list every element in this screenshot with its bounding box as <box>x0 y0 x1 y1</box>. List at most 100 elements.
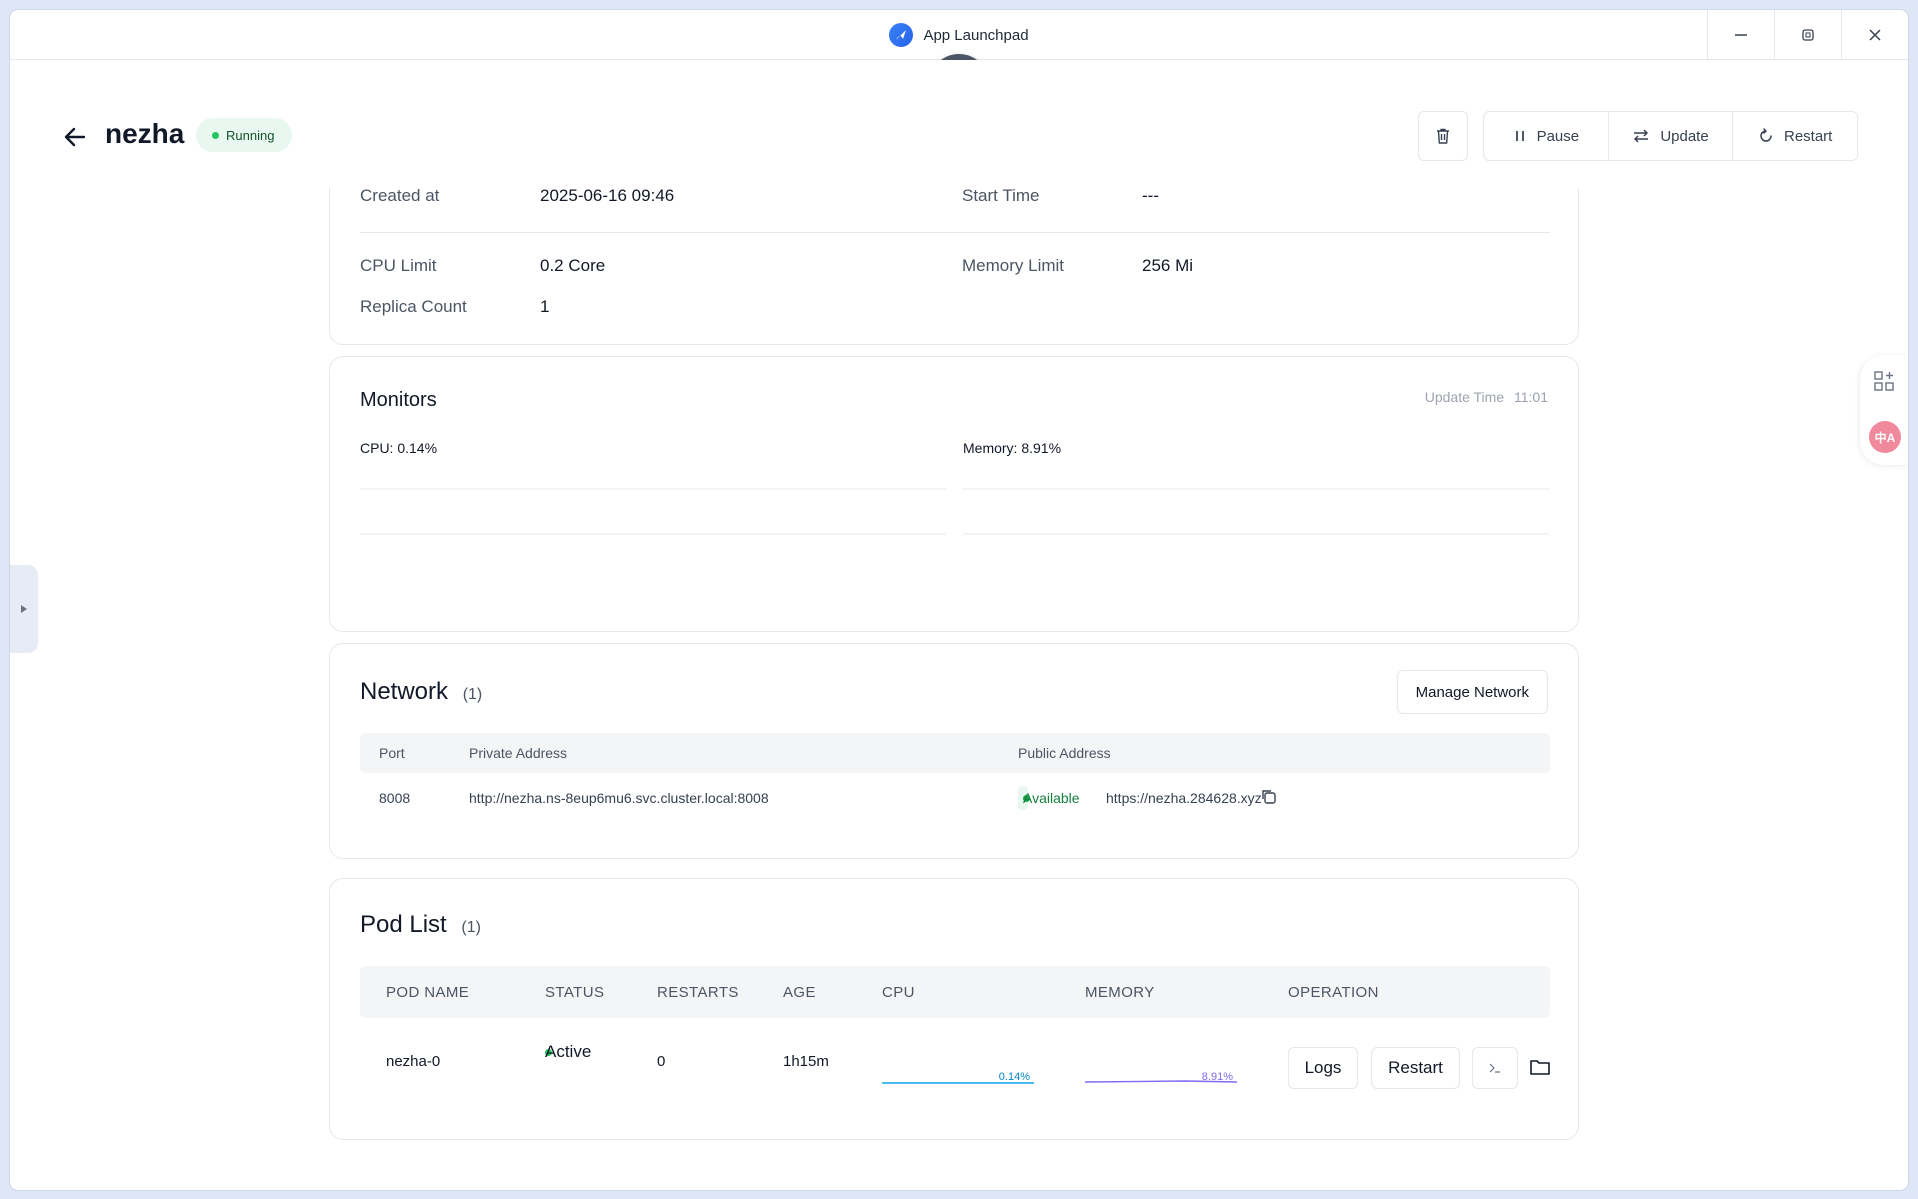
availability-text: Available <box>1023 790 1080 806</box>
window-controls <box>1707 10 1908 60</box>
monitors-card: Monitors Update Time 11:01 CPU: 0.14% Me… <box>329 356 1579 632</box>
update-time-label: Update Time <box>1424 389 1505 405</box>
folder-icon <box>1530 1060 1550 1075</box>
status-badge: Running <box>196 118 293 152</box>
restart-label: Restart <box>1784 127 1833 145</box>
pod-table-row[interactable]: nezha-0 Active 0 1h15m 0.14% 8.91% Logs … <box>360 1029 1550 1109</box>
delete-button[interactable] <box>1418 111 1468 161</box>
app-launchpad-logo-icon <box>889 23 914 47</box>
trash-icon <box>1437 128 1449 144</box>
terminal-icon <box>1489 1063 1500 1073</box>
maximize-button[interactable] <box>1774 10 1841 60</box>
col-status: STATUS <box>545 984 605 1001</box>
status-dot-icon <box>212 131 219 139</box>
app-action-group: Pause Update Restart <box>1483 111 1858 161</box>
col-public-address: Public Address <box>1018 745 1111 761</box>
cpu-usage-value: 0.14% <box>397 440 438 456</box>
public-address-link[interactable]: https://nezha.284628.xyz <box>1106 790 1262 806</box>
maximize-icon <box>1802 29 1814 41</box>
pause-label: Pause <box>1536 127 1580 145</box>
pod-count: (1) <box>461 919 481 936</box>
pod-age: 1h15m <box>783 1053 829 1070</box>
info-divider <box>360 232 1550 233</box>
cpu-monitor-chart <box>360 488 946 535</box>
network-table-row: 8008 http://nezha.ns-8eup6mu6.svc.cluste… <box>360 778 1550 818</box>
port-value: 8008 <box>379 790 411 806</box>
title-bar: App Launchpad <box>10 10 1908 60</box>
pod-list-title-row: Pod List (1) <box>360 911 481 939</box>
swap-icon <box>1634 129 1649 143</box>
memory-label: Memory: <box>963 440 1018 456</box>
pod-list-title: Pod List <box>360 911 447 938</box>
back-button[interactable] <box>62 124 88 150</box>
col-restarts: RESTARTS <box>657 984 739 1001</box>
network-title: Network <box>360 678 449 705</box>
app-detail-header: nezha Running Pause Update Restart <box>10 60 1908 188</box>
private-address-link[interactable]: http://nezha.ns-8eup6mu6.svc.cluster.loc… <box>469 790 769 806</box>
pod-memory-chart: 8.91% <box>1084 1045 1238 1085</box>
window-title-area: App Launchpad <box>10 10 1908 60</box>
cpu-label: CPU: <box>360 440 394 456</box>
apps-add-icon <box>1874 371 1894 391</box>
col-pod-name: POD NAME <box>386 984 470 1001</box>
apps-add-button[interactable] <box>1870 367 1898 395</box>
logs-button[interactable]: Logs <box>1288 1047 1358 1089</box>
memory-monitor-label: Memory: 8.91% <box>963 440 1061 456</box>
refresh-icon <box>1760 128 1772 142</box>
update-button[interactable]: Update <box>1609 112 1734 160</box>
start-time-label: Start Time <box>962 186 1040 205</box>
col-cpu: CPU <box>882 984 915 1001</box>
arrow-left-icon <box>64 127 86 147</box>
created-value: 2025-06-16 09:46 <box>540 186 675 205</box>
copy-icon <box>1262 790 1276 804</box>
memory-limit-value: 256 Mi <box>1142 256 1194 275</box>
pod-cpu-value: 0.14% <box>998 1071 1030 1083</box>
update-time-value: 11:01 <box>1514 389 1548 405</box>
restart-button[interactable]: Restart <box>1733 112 1857 160</box>
pod-memory-value: 8.91% <box>1201 1071 1233 1083</box>
availability-badge: Available <box>1018 786 1080 810</box>
start-time-value: --- <box>1142 186 1159 205</box>
translate-button[interactable]: 中A <box>1869 421 1901 453</box>
translate-icon: 中A <box>1874 430 1896 445</box>
network-count: (1) <box>462 686 483 703</box>
info-row-created: Created at 2025-06-16 09:46 Start Time -… <box>360 186 1550 216</box>
pod-list-card: Pod List (1) POD NAME STATUS RESTARTS AG… <box>329 878 1579 1140</box>
update-label: Update <box>1660 127 1709 145</box>
pod-cpu-chart: 0.14% <box>882 1045 1034 1085</box>
app-window: App Launchpad nezha Running Pause Update… <box>10 10 1908 1190</box>
side-tools: 中A <box>1860 355 1908 465</box>
update-time: Update Time 11:01 <box>1425 389 1548 405</box>
monitors-title: Monitors <box>360 389 437 411</box>
pod-restart-button[interactable]: Restart <box>1371 1047 1460 1089</box>
pod-name: nezha-0 <box>386 1053 441 1070</box>
file-browser-button[interactable] <box>1529 1057 1551 1080</box>
close-icon <box>1869 29 1881 41</box>
cpu-limit-label: CPU Limit <box>360 256 437 275</box>
replica-count-value: 1 <box>540 297 550 316</box>
network-table-header: Port Private Address Public Address <box>360 733 1550 773</box>
pod-table-header: POD NAME STATUS RESTARTS AGE CPU MEMORY … <box>360 966 1550 1018</box>
col-private-address: Private Address <box>469 745 568 761</box>
network-title-row: Network (1) <box>360 678 482 706</box>
window-title: App Launchpad <box>923 26 1029 44</box>
terminal-button[interactable] <box>1472 1047 1518 1089</box>
window-close-button[interactable] <box>1841 10 1908 60</box>
replica-count-label: Replica Count <box>360 297 467 316</box>
manage-network-button[interactable]: Manage Network <box>1396 670 1548 714</box>
col-memory: MEMORY <box>1085 984 1155 1001</box>
minimize-button[interactable] <box>1707 10 1774 60</box>
sidebar-expand-handle[interactable] <box>10 565 38 653</box>
col-port: Port <box>379 745 405 761</box>
col-age: AGE <box>783 984 816 1001</box>
copy-button[interactable] <box>1260 788 1277 808</box>
pause-button[interactable]: Pause <box>1484 112 1609 160</box>
created-label: Created at <box>360 186 440 205</box>
col-operation: OPERATION <box>1288 984 1379 1001</box>
status-text: Running <box>226 127 275 143</box>
network-card: Network (1) Manage Network Port Private … <box>329 643 1579 859</box>
pod-status-text: Active <box>545 1042 592 1061</box>
memory-monitor-chart <box>963 488 1549 535</box>
pause-icon <box>1515 131 1524 141</box>
cpu-monitor-label: CPU: 0.14% <box>360 440 437 456</box>
